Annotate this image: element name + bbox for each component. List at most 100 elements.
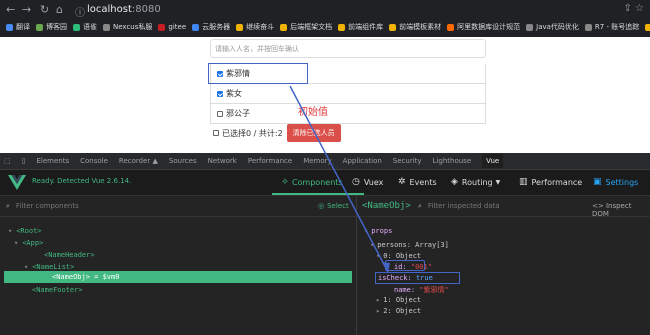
reload-icon[interactable]: ↻ [40,3,49,16]
vue-status: Ready. Detected Vue 2.6.14. [32,177,132,185]
devtools-tab[interactable]: Recorder ▲ [119,157,158,165]
bookmark-icon [447,23,455,31]
devtools-tab[interactable]: Network [208,157,237,165]
devtools-tab[interactable]: Vue [482,154,504,168]
devtools-tab[interactable]: Console [80,157,108,165]
components-icon: ⟡ [282,177,288,187]
bookmark-item[interactable]: 后端框架文档 [280,22,332,32]
bookmark-icon [236,23,244,31]
address-bar[interactable]: localhost:8080 [87,4,161,15]
bookmark-icon [73,23,80,31]
routing-icon: ◈ [451,177,458,187]
bookmark-icon [36,23,43,31]
bookmark-item[interactable]: 前端模板素材 [389,22,441,32]
bookmark-icon [280,23,288,31]
bookmark-icon [103,23,110,31]
devtools-tab[interactable]: Security [393,157,422,165]
tree-node-namefooter[interactable]: <NameFooter> [32,286,83,294]
checkbox[interactable] [217,110,223,117]
devtools-tab[interactable]: Performance [248,157,292,165]
annotation-box [385,260,425,271]
search-icon: ⌕ [6,202,10,210]
forward-icon[interactable]: → [22,3,31,16]
home-icon[interactable]: ⌂ [56,3,63,16]
filter-inspected-input[interactable]: ⌕ Filter inspected data [418,202,500,211]
tree-node-nameheader[interactable]: <NameHeader> [44,251,95,259]
bookmark-item[interactable]: Java代码优化 [526,22,579,32]
devtools-tab[interactable]: Lighthouse [433,157,472,165]
bookmark-icon [192,23,200,31]
tree-node-root[interactable]: ▾ <Root> [8,227,42,235]
chevron-down-icon: ▼ [495,178,501,186]
inspect-icon[interactable]: ⬚ [4,157,11,165]
info-icon[interactable]: ⓘ [75,4,85,19]
active-tab-indicator [272,193,364,195]
bookmark-icon [584,23,592,31]
select-component-button[interactable]: ◎ Select [318,202,349,210]
prop-item-0[interactable]: ▾ 0: Object [376,252,421,260]
select-all-checkbox[interactable] [213,130,219,136]
tab-vuex[interactable]: ◷ Vuex [352,177,383,187]
devtools-tab[interactable]: Application [343,157,382,165]
prop-item-2[interactable]: ▸ 2: Object [376,307,421,315]
target-icon: ◎ [318,202,325,210]
tree-node-nameobj[interactable]: <NameObj> = $vm0 [52,273,119,281]
inspect-dom-button[interactable]: <> Inspect DOM [592,202,650,218]
devtools-tab[interactable]: Elements [36,157,69,165]
props-section[interactable]: ▾ props [364,227,392,235]
bookmark-item[interactable]: 阿里数据库设计规范 [447,22,520,32]
selected-component-name: <NameObj> [362,201,411,211]
tab-settings[interactable]: ▣ Settings [593,177,638,187]
share-icon[interactable]: ⇪ ☆ [623,3,644,14]
bookmark-icon [158,23,166,31]
tab-routing[interactable]: ◈ Routing ▼ [451,177,500,187]
history-icon: ◷ [352,177,360,187]
chart-icon: ▥ [519,177,528,187]
bookmark-icon [6,23,13,31]
selected-count: 已选择0 / 共计:2 [222,128,283,138]
bookmark-item[interactable]: 前端组件库 [338,22,383,32]
pane-divider[interactable] [356,196,357,335]
prop-persons[interactable]: ▾ persons: Array[3] [370,241,449,249]
tree-node-app[interactable]: ▾ <App> [14,239,43,247]
bookmark-item[interactable]: 继续奋斗 [236,22,274,32]
clear-selected-button[interactable]: 清除已选人员 [286,124,341,142]
device-icon[interactable]: ▯ [22,157,26,165]
annotation-label: 初始值 [298,107,328,118]
vue-logo-icon [8,175,26,190]
back-icon[interactable]: ← [6,3,15,16]
settings-icon: ▣ [593,177,602,187]
bookmark-item[interactable]: Nexcus私服 [103,22,152,32]
bookmarks-bar: 翻译 博客园 语雀 Nexcus私服 gitee 云服务器 继续奋斗 后端框架文档 前端组件库前… [0,18,650,36]
bookmark-item[interactable]: 优站 [645,22,650,32]
bookmark-item[interactable]: R7 - 账号追踪 [584,22,639,32]
annotation-box [208,63,308,84]
devtools-tab[interactable]: Sources [169,157,197,165]
list-item[interactable]: 邪公子 [210,104,486,124]
filter-components-input[interactable]: ⌕ Filter components [6,202,79,211]
search-icon: ⌕ [418,202,422,210]
bookmark-item[interactable]: 博客园 [36,22,67,32]
bookmark-icon [526,23,534,31]
prop-item-1[interactable]: ▸ 1: Object [376,296,421,304]
events-icon: ✲ [398,177,406,187]
list-footer: 已选择0 / 共计:2 清除已选人员 [213,124,341,142]
tab-components[interactable]: ⟡ Components [282,177,343,187]
bookmark-item[interactable]: 翻译 [6,22,30,32]
annotation-box [375,272,460,284]
devtools-tab[interactable]: Memory [303,157,331,165]
devtools-tabs: ⬚ ▯ Elements Console Recorder ▲ Sources Netw… [0,153,650,170]
checkbox[interactable] [217,90,223,97]
item-label: 邪公子 [226,109,250,118]
bookmark-item[interactable]: 云服务器 [192,22,230,32]
bookmark-item[interactable]: gitee [158,23,186,31]
bookmark-icon [338,23,346,31]
bookmark-icon [389,23,397,31]
tab-events[interactable]: ✲ Events [398,177,437,187]
name-input[interactable]: 请输入人名，并按回车确认 [210,39,486,58]
list-item[interactable]: 紫女 [210,84,486,104]
bookmark-item[interactable]: 语雀 [73,22,97,32]
prop-name[interactable]: name: "紫邪情" [394,285,449,295]
tree-node-namelist[interactable]: ▾ <NameList> [24,263,74,271]
tab-performance[interactable]: ▥ Performance [519,177,582,187]
